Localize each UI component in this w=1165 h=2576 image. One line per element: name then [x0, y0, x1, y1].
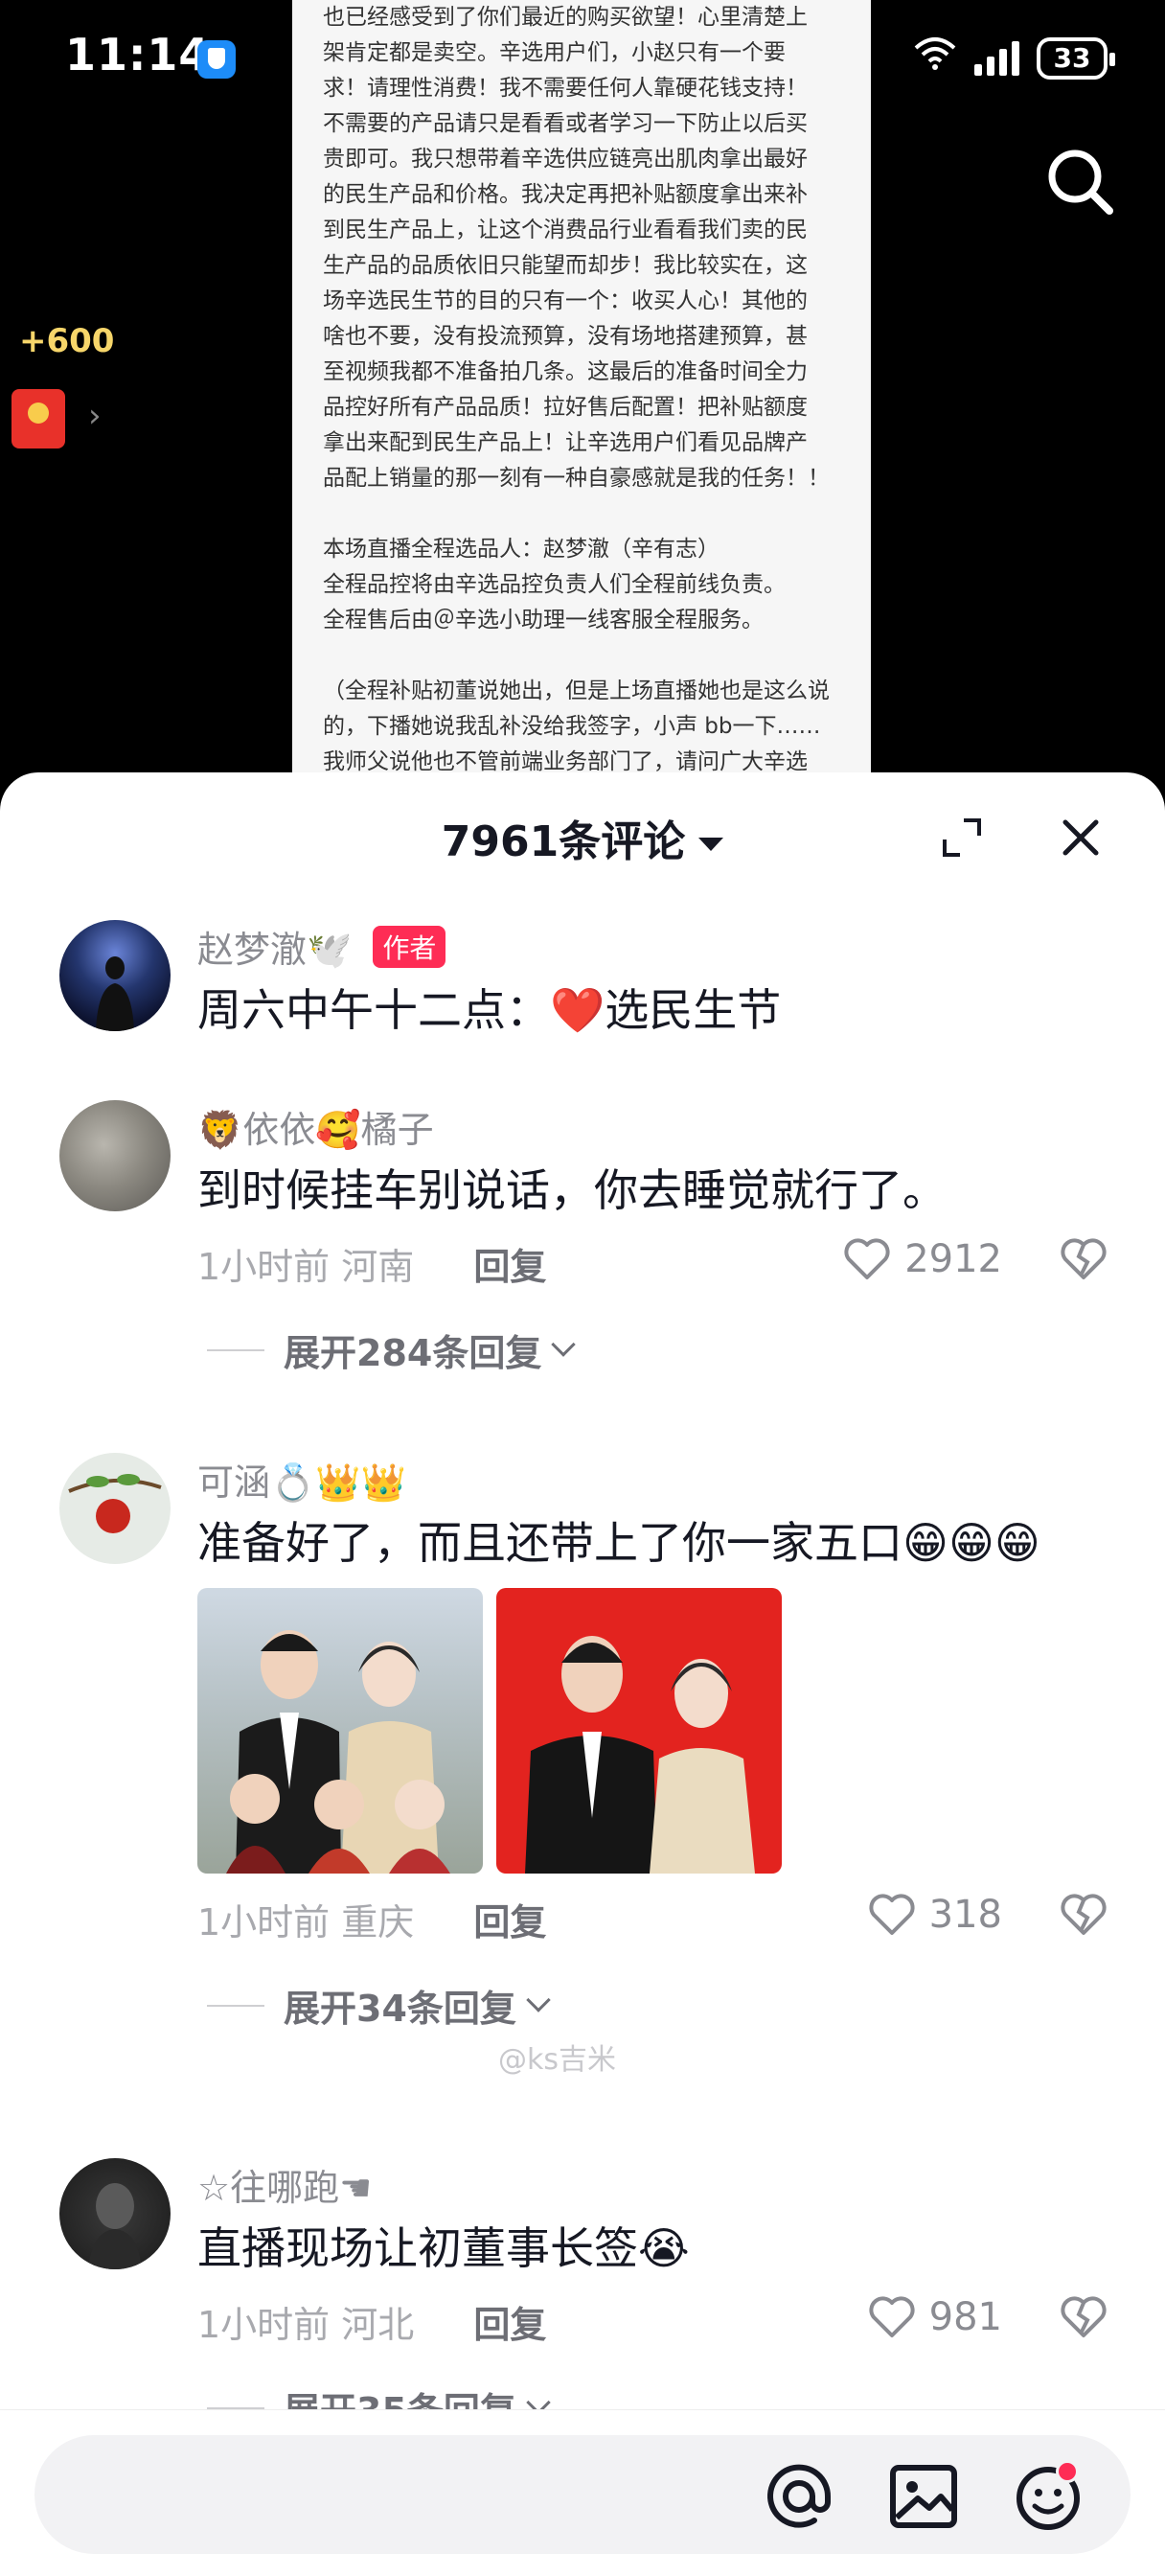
document-line: 拿出来配到民生产品上！让辛选用户们看见品牌产 [323, 430, 808, 455]
chevron-right-icon[interactable]: › [88, 397, 102, 435]
close-icon[interactable] [1060, 816, 1102, 859]
comment-text: 周六中午十二点：❤️选民生节 [197, 984, 782, 1036]
document-line: 也已经感受到了你们最近的购买欲望！心里清楚上 [323, 5, 808, 30]
document-line [323, 638, 840, 674]
dislike-button[interactable] [1060, 1237, 1108, 1290]
heart-outline-icon [844, 1238, 890, 1279]
caret-down-icon [698, 838, 724, 851]
document-line: 不需要的产品请只是看看或者学习一下防止以后买 [323, 111, 808, 136]
comment-username[interactable]: 可涵💍👑👑 [197, 1453, 406, 1506]
document-line: 贵即可。我只想带着辛选供应链亮出肌肉拿出最好 [323, 147, 808, 172]
watermark: @ks吉米 [498, 2043, 617, 2077]
notification-dot [1056, 2460, 1079, 2483]
heart-outline-icon [869, 2296, 915, 2337]
shield-icon [197, 40, 236, 79]
comment-text: 直播现场让初董事长签😭 [197, 2222, 690, 2274]
comment-panel: 7961条评论 赵梦澈🕊️ 作者 周六中午十二点：❤️选民生节 🦁依依🥰橘子 到… [0, 772, 1165, 2576]
document-image: 也已经感受到了你们最近的购买欲望！心里清楚上 架肯定都是卖空。辛选用户们，小赵只有… [292, 0, 871, 786]
document-line: 生产品的品质依旧只能望而却步！我比较实在，这 [323, 253, 808, 278]
like-count: 981 [928, 2295, 1002, 2339]
expand-replies-button[interactable]: 展开284条回复 [207, 1323, 1108, 1376]
comment-meta: 1小时前 重庆 回复 318 [197, 1893, 1108, 1950]
comment-meta: 1小时前 河北 回复 981 [197, 2295, 1108, 2353]
comment-location: 河北 [341, 2304, 415, 2346]
comment-username[interactable]: ☆往哪跑☚ [197, 2158, 372, 2211]
comment-time: 1小时前 [197, 1246, 331, 1288]
status-icons: 33 [913, 34, 1115, 81]
comment-count: 7961条评论 [441, 817, 686, 866]
document-line: 全程售后由＠辛选小助理一线客服全程服务。 [323, 608, 764, 632]
author-badge: 作者 [373, 925, 446, 968]
document-line: 场辛选民生节的目的只有一个：收买人心！其他的 [323, 288, 808, 313]
comment-photos [197, 1588, 1108, 1874]
reply-button[interactable]: 回复 [473, 2304, 546, 2346]
red-packet-icon[interactable] [11, 389, 65, 448]
document-line: 至视频我都不准备拍几条。这最后的准备时间全力 [323, 359, 808, 384]
heart-emoji: ❤️ [550, 984, 605, 1036]
emoji-icon[interactable] [1012, 2460, 1085, 2533]
battery-indicator: 33 [1037, 36, 1115, 80]
like-button[interactable]: 981 [868, 2295, 1002, 2339]
document-line: 求！请理性消费！我不需要任何人靠硬花钱支持！ [323, 76, 808, 101]
avatar[interactable] [59, 1100, 171, 1211]
search-icon[interactable] [1042, 144, 1119, 220]
like-count: 2912 [904, 1237, 1002, 1281]
image-icon[interactable] [887, 2460, 960, 2533]
coin-reward: +600 [19, 322, 115, 360]
broken-heart-icon [1061, 2296, 1107, 2337]
document-line: 品控好所有产品品质！拉好售后配置！把补贴额度 [323, 395, 808, 420]
broken-heart-icon [1061, 1894, 1107, 1935]
comment-time: 1小时前 [197, 1901, 331, 1944]
comment-username[interactable]: 🦁依依🥰橘子 [197, 1100, 434, 1153]
status-time: 11:14 [65, 29, 211, 80]
document-line: 到民生产品上，让这个消费品行业看看我们卖的民 [323, 218, 808, 242]
comment-count-header[interactable]: 7961条评论 [0, 807, 1165, 868]
comment-location: 河南 [341, 1246, 415, 1288]
comment-username[interactable]: 赵梦澈🕊️ [197, 920, 352, 973]
heart-outline-icon [869, 1894, 915, 1935]
reply-button[interactable]: 回复 [473, 1246, 546, 1288]
comment-input[interactable] [34, 2435, 1131, 2554]
like-button[interactable]: 318 [868, 1893, 1002, 1937]
avatar[interactable] [59, 2158, 171, 2269]
wedding-photo[interactable] [496, 1588, 782, 1874]
comment-input-bar [0, 2409, 1165, 2576]
like-count: 318 [928, 1893, 1002, 1937]
expand-icon[interactable] [941, 816, 983, 859]
dislike-button[interactable] [1060, 1893, 1108, 1945]
chevron-down-icon [526, 1987, 551, 2012]
broken-heart-icon [1061, 1238, 1107, 1279]
avatar[interactable] [59, 920, 171, 1031]
document-line: 啥也不要，没有投流预算，没有场地搭建预算，甚 [323, 324, 808, 349]
document-text: 也已经感受到了你们最近的购买欲望！心里清楚上 架肯定都是卖空。辛选用户们，小赵只有… [323, 0, 840, 786]
document-line [323, 496, 840, 532]
document-line: 的民生产品和价格。我决定再把补贴额度拿出来补 [323, 182, 808, 207]
document-line: 架肯定都是卖空。辛选用户们，小赵只有一个要 [323, 40, 786, 65]
reply-button[interactable]: 回复 [473, 1901, 546, 1944]
wifi-icon [913, 34, 957, 81]
family-photo[interactable] [197, 1588, 483, 1874]
mention-icon[interactable] [763, 2460, 835, 2533]
document-line: 全程品控将由辛选品控负责人们全程前线负责。 [323, 572, 786, 597]
document-line: 本场直播全程选品人：赵梦澈（辛有志） [323, 537, 720, 562]
comment-text: 准备好了，而且还带上了你一家五口😁😁😁 [197, 1517, 1040, 1569]
comment-time: 1小时前 [197, 2304, 331, 2346]
chevron-down-icon [551, 1331, 577, 1357]
comment-meta: 1小时前 河南 回复 2912 [197, 1237, 1108, 1295]
document-line: 的，下播她说我乱补没给我签字，小声 bb一下…… [323, 714, 821, 739]
comment-text: 到时候挂车别说话，你去睡觉就行了。 [197, 1164, 947, 1216]
like-button[interactable]: 2912 [843, 1237, 1002, 1281]
dislike-button[interactable] [1060, 2295, 1108, 2348]
expand-replies-button[interactable]: 展开34条回复 [207, 1979, 1108, 2032]
document-line: （全程补贴初董说她出，但是上场直播她也是这么说 [323, 678, 830, 703]
comment-location: 重庆 [341, 1901, 415, 1944]
signal-icon [974, 40, 1019, 76]
avatar[interactable] [59, 1453, 171, 1564]
document-line: 品配上销量的那一刻有一种自豪感就是我的任务！！ [323, 466, 830, 491]
